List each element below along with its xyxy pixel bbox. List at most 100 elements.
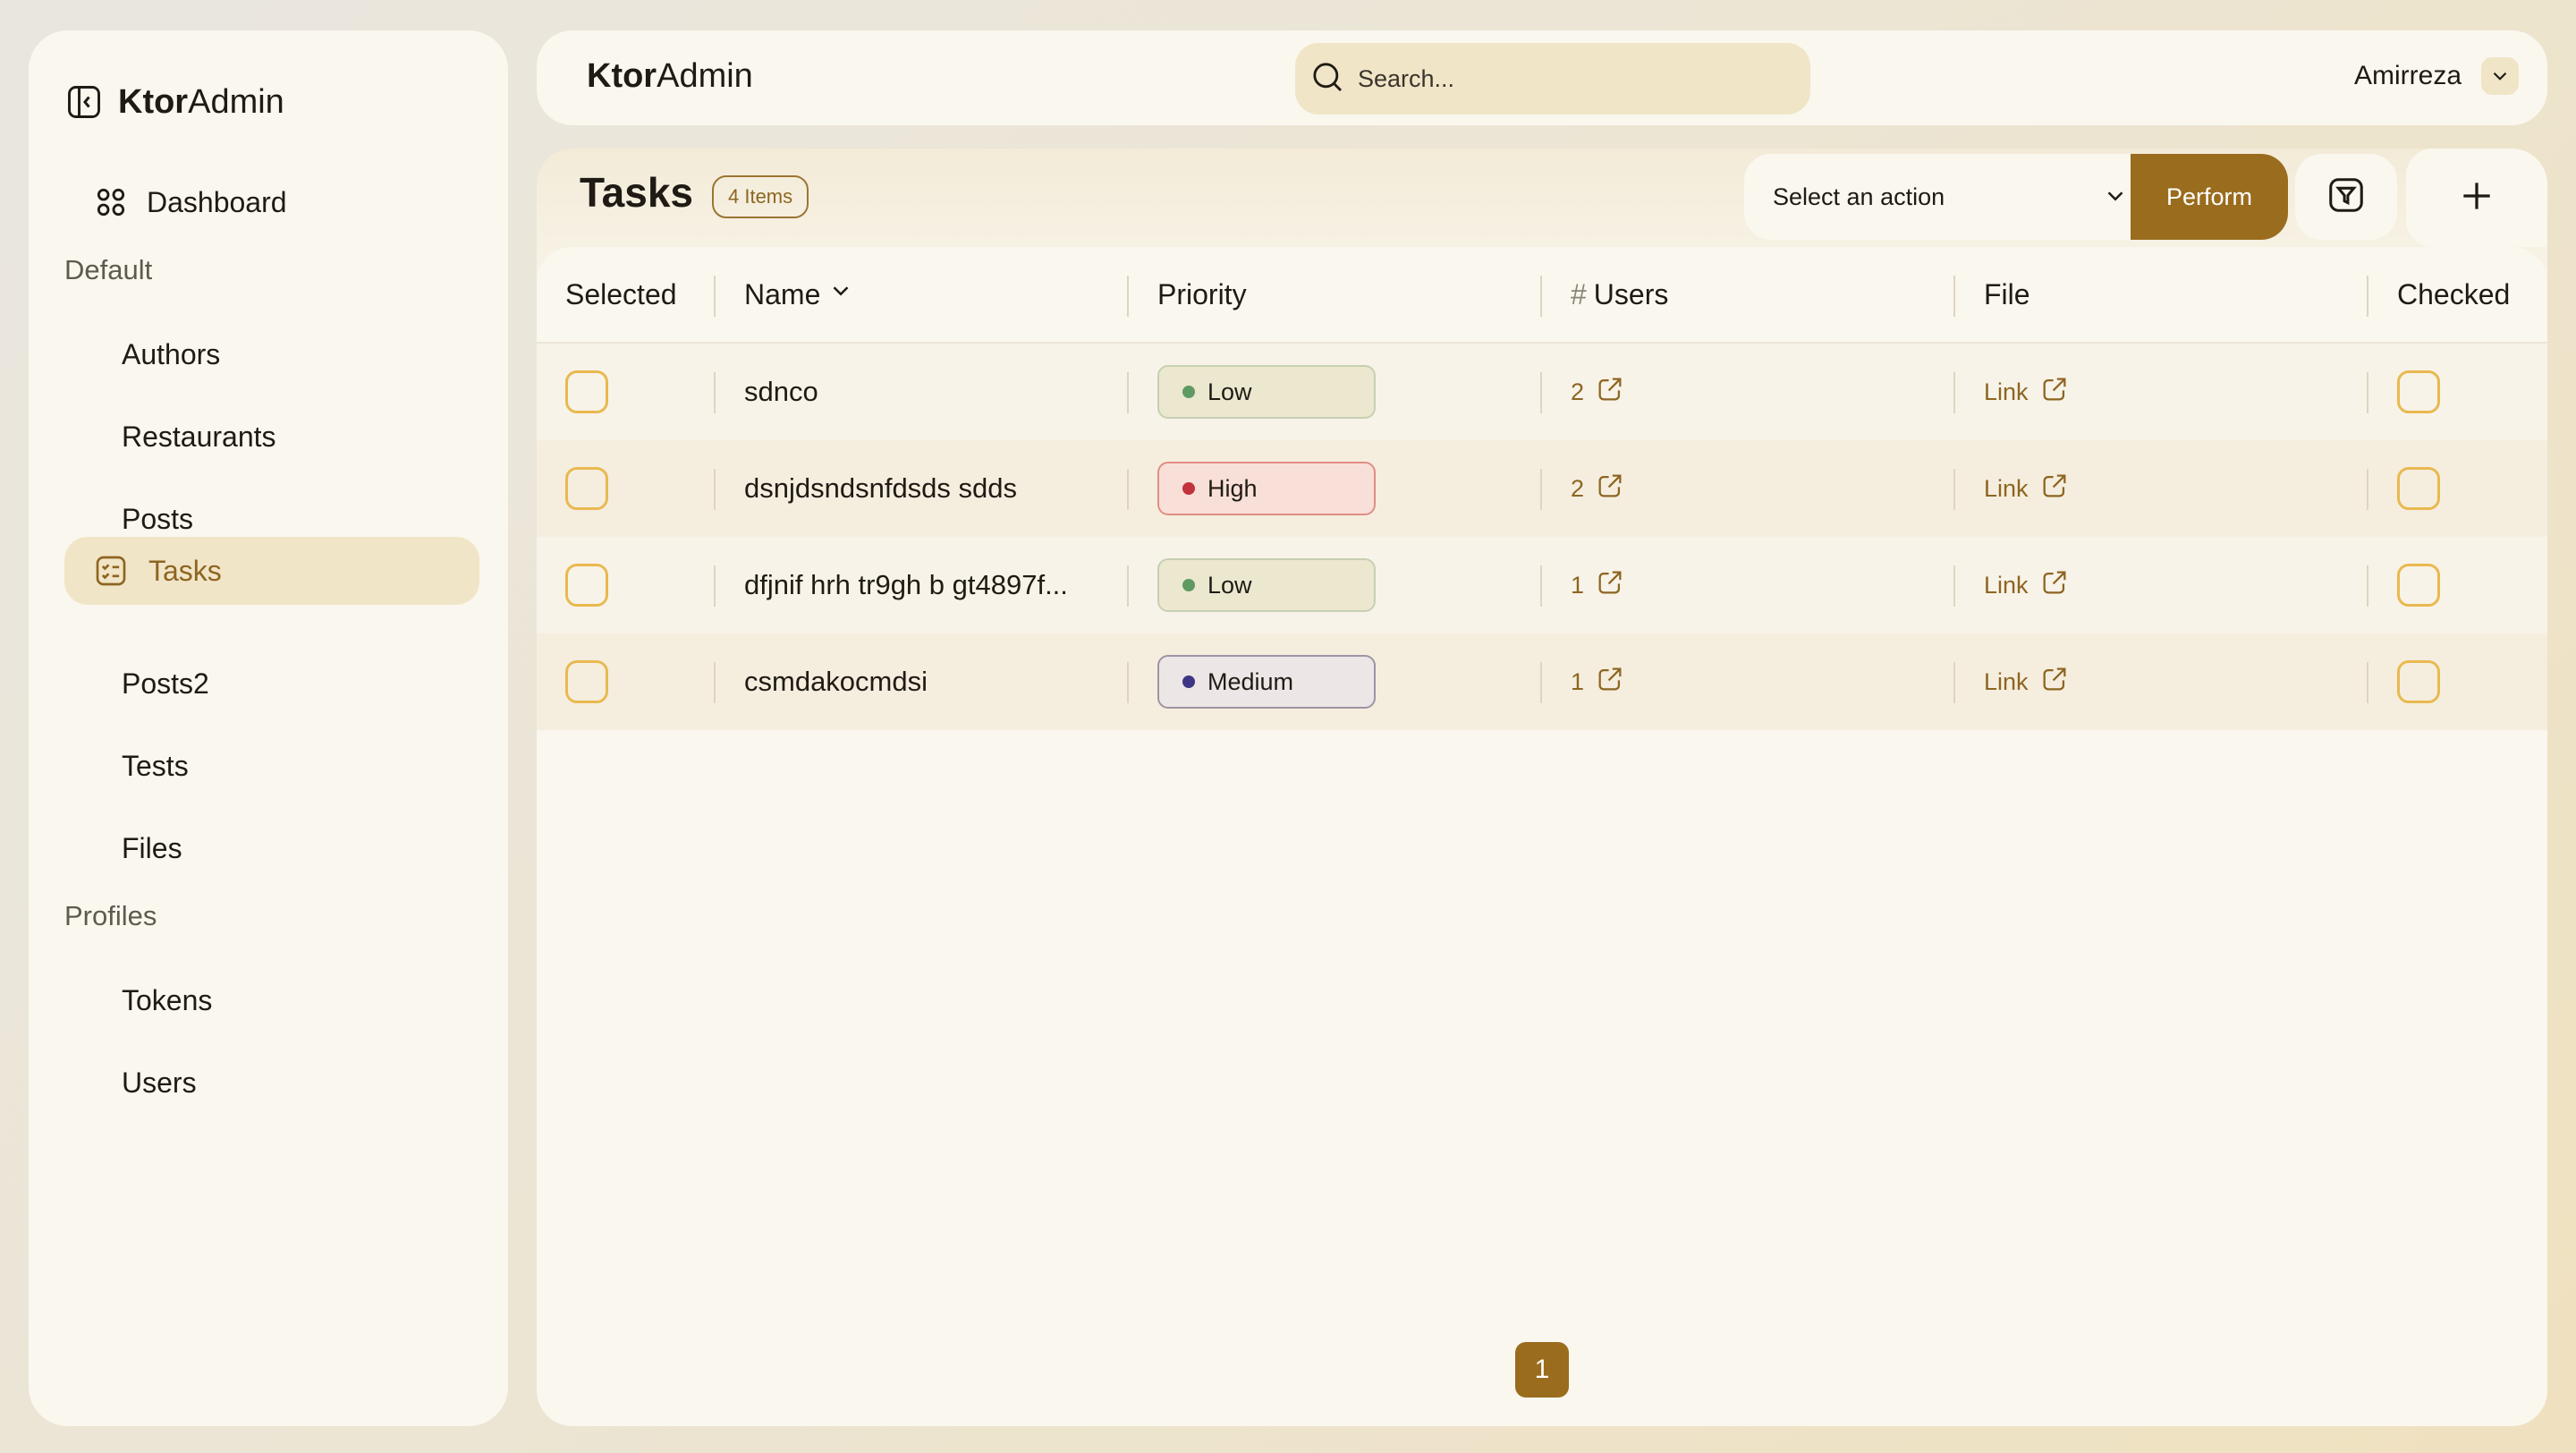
row-checked-cell [2397,344,2440,440]
chevron-down-icon[interactable] [2481,57,2519,95]
column-header-label: Name [744,277,821,310]
row-checked-checkbox[interactable] [2397,660,2440,703]
main-panel: Tasks 4 Items Select an action Perform S… [537,149,2547,1426]
priority-label: Low [1208,378,1252,405]
tasks-table: Selected Name Priority # Users File Chec… [537,247,2547,730]
external-link-icon [2039,567,2070,604]
priority-dot [1182,579,1195,591]
action-select[interactable]: Select an action [1744,154,2156,240]
row-checked-checkbox[interactable] [2397,467,2440,510]
column-divider [1127,276,1129,317]
row-file-link[interactable]: Link [1984,344,2070,440]
add-button[interactable] [2406,149,2547,247]
row-name[interactable]: sdnco [744,344,818,440]
column-divider [1953,372,1955,413]
row-users-link[interactable]: 1 [1571,633,1625,730]
row-file-link[interactable]: Link [1984,537,2070,633]
sidebar-collapse-icon[interactable] [64,82,104,122]
users-count: 1 [1571,667,1585,695]
priority-badge: Medium [1157,655,1376,709]
row-users-link[interactable]: 2 [1571,344,1625,440]
sidebar-item-tokens[interactable]: Tokens [64,966,479,1034]
external-link-icon [1595,567,1625,604]
external-link-icon [2039,374,2070,411]
user-menu[interactable]: Amirreza [2354,57,2519,95]
sidebar-item-restaurants[interactable]: Restaurants [64,403,479,471]
column-header-priority: Priority [1157,277,1247,310]
column-divider [1127,469,1129,510]
row-priority-cell: High [1157,440,1376,537]
sidebar-item-label: Tasks [148,554,222,587]
column-divider [1953,276,1955,317]
tasks-icon [93,553,129,589]
column-divider [1127,372,1129,413]
row-priority-cell: Low [1157,537,1376,633]
file-link-label: Link [1984,667,2029,695]
filter-button[interactable] [2295,154,2397,240]
sidebar-item-files[interactable]: Files [64,814,479,882]
row-users-link[interactable]: 2 [1571,440,1625,537]
sidebar-item-posts2[interactable]: Posts2 [64,650,479,718]
row-checked-cell [2397,633,2440,730]
row-priority-cell: Medium [1157,633,1376,730]
row-select-cell [565,344,608,440]
file-link-label: Link [1984,474,2029,502]
row-select-cell [565,537,608,633]
perform-button[interactable]: Perform [2131,154,2288,240]
users-count: 2 [1571,474,1585,502]
row-name[interactable]: dsnjdsndsnfdsds sdds [744,440,1017,537]
sidebar-item-tasks[interactable]: Tasks [64,537,479,605]
priority-dot [1182,676,1195,688]
priority-badge: Low [1157,365,1376,419]
column-header-name[interactable]: Name [744,247,854,342]
sidebar-item-tests[interactable]: Tests [64,732,479,800]
search-placeholder: Search... [1358,64,1455,92]
external-link-icon [1595,471,1625,507]
row-select-checkbox[interactable] [565,370,608,413]
row-name[interactable]: csmdakocmdsi [744,633,928,730]
item-count-badge: 4 Items [712,175,809,218]
row-select-checkbox[interactable] [565,660,608,703]
row-checked-checkbox[interactable] [2397,564,2440,607]
row-select-checkbox[interactable] [565,467,608,510]
search-input[interactable]: Search... [1295,43,1810,115]
sidebar-item-users[interactable]: Users [64,1049,479,1117]
table-row: csmdakocmdsi Medium 1 Link [537,633,2547,730]
column-header-label: Users [1593,277,1669,310]
column-header-selected: Selected [565,277,677,310]
column-divider [714,469,716,510]
external-link-icon [2039,471,2070,507]
row-file-link[interactable]: Link [1984,633,2070,730]
column-header-file: File [1984,277,2030,310]
dashboard-icon [93,184,129,220]
hash-icon: # [1571,277,1587,310]
column-divider [714,372,716,413]
priority-badge: High [1157,462,1376,515]
column-header-users: # Users [1571,247,1668,342]
brand: KtorAdmin [64,82,284,122]
priority-label: Low [1208,571,1252,599]
row-users-link[interactable]: 1 [1571,537,1625,633]
row-select-cell [565,633,608,730]
sidebar-item-dashboard[interactable]: Dashboard [64,168,479,236]
priority-label: High [1208,474,1258,502]
table-row: dfjnif hrh tr9gh b gt4897f... Low 1 Link [537,537,2547,633]
column-divider [1540,565,1542,607]
external-link-icon [2039,664,2070,701]
pagination-page-1[interactable]: 1 [1515,1342,1569,1398]
column-divider [1540,662,1542,703]
row-select-checkbox[interactable] [565,564,608,607]
row-name[interactable]: dfjnif hrh tr9gh b gt4897f... [744,537,1068,633]
user-name: Amirreza [2353,61,2462,90]
top-bar: KtorAdmin Search... Amirreza [537,30,2547,125]
sidebar-item-label: Dashboard [147,185,287,218]
column-divider [2367,276,2368,317]
sidebar-item-authors[interactable]: Authors [64,320,479,388]
column-divider [1953,469,1955,510]
row-file-link[interactable]: Link [1984,440,2070,537]
sidebar: KtorAdmin Dashboard Default Authors Rest… [29,30,508,1426]
row-checked-checkbox[interactable] [2397,370,2440,413]
priority-badge: Low [1157,558,1376,612]
sidebar-section-default: Default [64,254,153,285]
external-link-icon [1595,664,1625,701]
